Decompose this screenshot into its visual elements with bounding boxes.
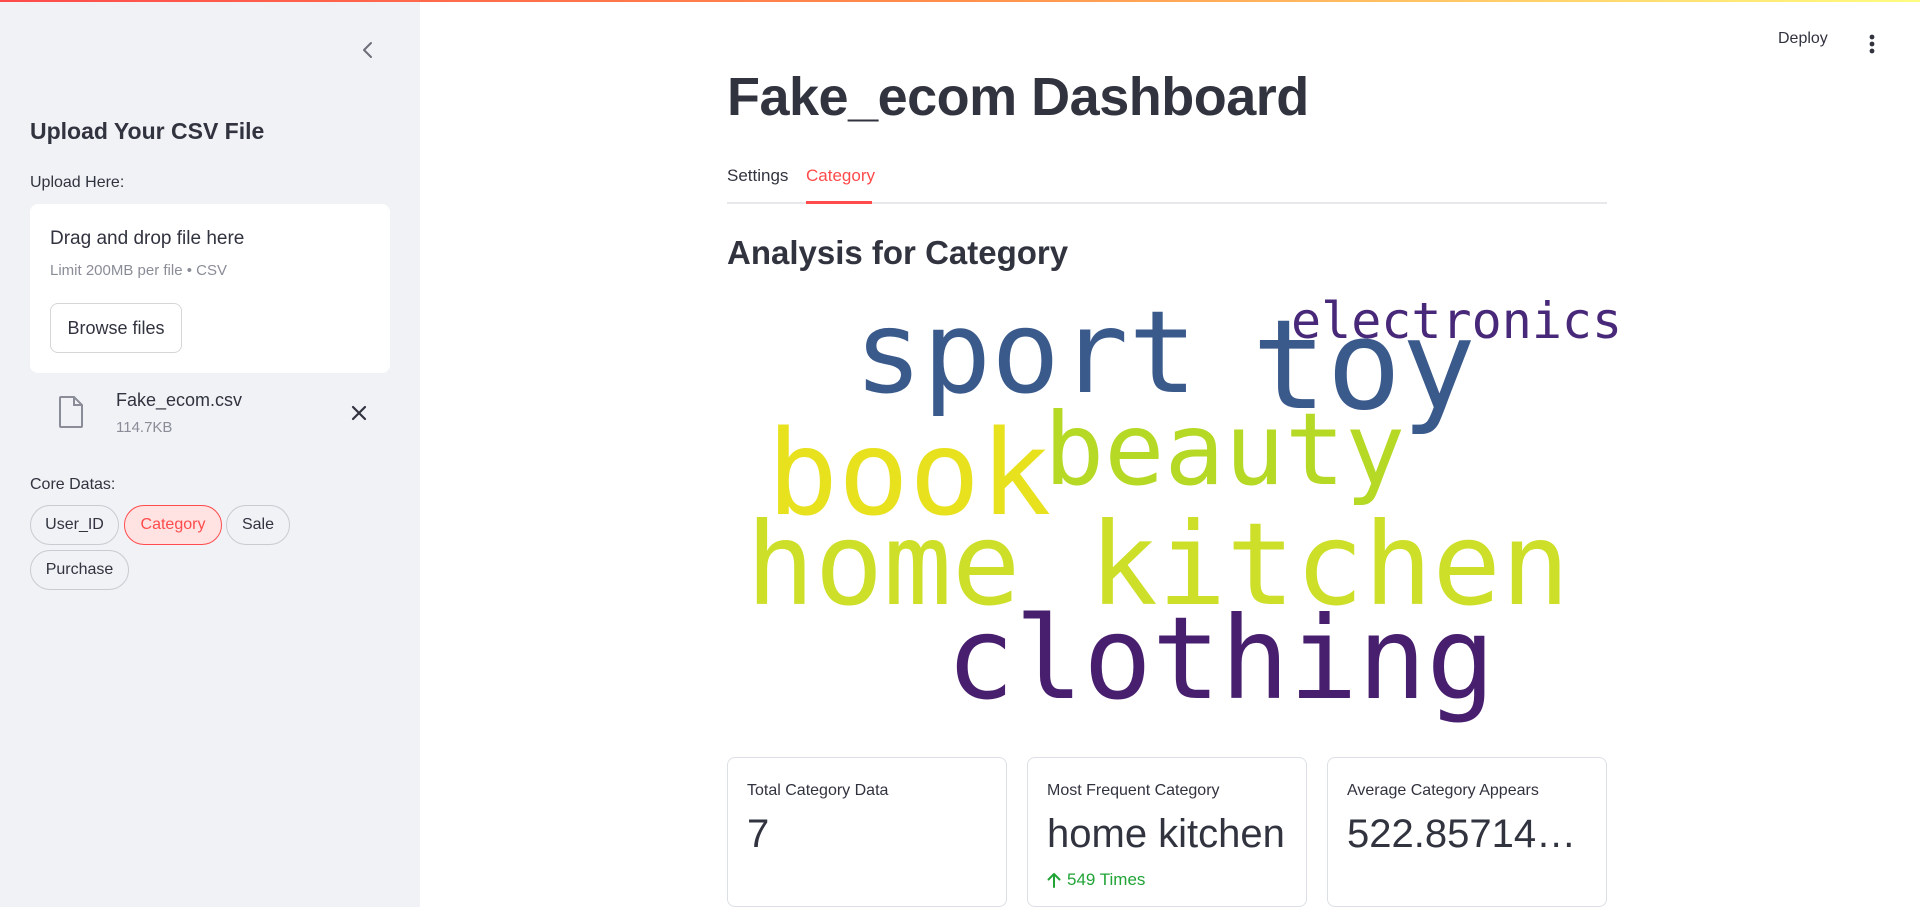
- deploy-button[interactable]: Deploy: [1778, 30, 1828, 48]
- word-cloud: sport toy electronics book beauty home k…: [727, 282, 1622, 742]
- file-name: Fake_ecom.csv: [116, 390, 243, 410]
- word-electronics: electronics: [1291, 292, 1623, 350]
- pill-category[interactable]: Category: [124, 505, 222, 545]
- section-title: Analysis for Category: [727, 234, 1069, 271]
- metric-card-average: Average Category Appears 522.857142857: [1327, 757, 1607, 907]
- chevron-left-icon: [363, 42, 372, 58]
- metric-label: Total Category Data: [747, 782, 889, 799]
- file-size: 114.7KB: [116, 419, 173, 436]
- page-title: Fake_ecom Dashboard: [727, 67, 1309, 127]
- sidebar: Upload Your CSV File Upload Here: Drag a…: [0, 0, 420, 907]
- pill-user-id[interactable]: User_ID: [30, 505, 119, 545]
- word-beauty: beauty: [1044, 391, 1406, 508]
- remove-file-button[interactable]: [346, 400, 372, 426]
- pill-sale[interactable]: Sale: [226, 505, 290, 545]
- metric-label: Most Frequent Category: [1047, 782, 1220, 799]
- uploaded-file: Fake_ecom.csv 114.7KB: [30, 388, 390, 444]
- metric-delta-text: 549 Times: [1067, 870, 1146, 889]
- metric-label: Average Category Appears: [1347, 782, 1539, 799]
- metric-value: 522.857142857: [1347, 812, 1589, 856]
- close-icon: [351, 405, 367, 421]
- top-decoration-bar: [0, 0, 1920, 2]
- dropzone-main-text: Drag and drop file here: [50, 228, 245, 249]
- arrow-up-icon: [1047, 873, 1061, 888]
- metric-card-total: Total Category Data 7: [727, 757, 1007, 907]
- browse-files-button[interactable]: Browse files: [50, 303, 182, 353]
- dropzone-limit-text: Limit 200MB per file • CSV: [50, 262, 227, 279]
- tab-category[interactable]: Category: [806, 166, 875, 186]
- metric-value: 7: [747, 812, 770, 856]
- sidebar-title: Upload Your CSV File: [30, 118, 265, 144]
- file-dropzone[interactable]: Drag and drop file here Limit 200MB per …: [30, 204, 390, 373]
- word-clothing: clothing: [946, 592, 1496, 725]
- core-datas-label: Core Datas:: [30, 476, 116, 493]
- more-vertical-icon: [1869, 34, 1875, 54]
- pill-purchase[interactable]: Purchase: [30, 550, 129, 590]
- file-icon: [59, 396, 83, 428]
- active-tab-indicator: [806, 201, 872, 204]
- upload-label: Upload Here:: [30, 174, 125, 191]
- collapse-sidebar-button[interactable]: [352, 34, 384, 66]
- main-menu-button[interactable]: [1862, 30, 1882, 58]
- metric-card-most-frequent: Most Frequent Category home kitchen 549 …: [1027, 757, 1307, 907]
- metric-delta: 549 Times: [1047, 870, 1145, 890]
- tab-settings[interactable]: Settings: [727, 166, 788, 186]
- metric-value: home kitchen: [1047, 812, 1285, 856]
- tab-bar: Settings Category: [727, 160, 1607, 204]
